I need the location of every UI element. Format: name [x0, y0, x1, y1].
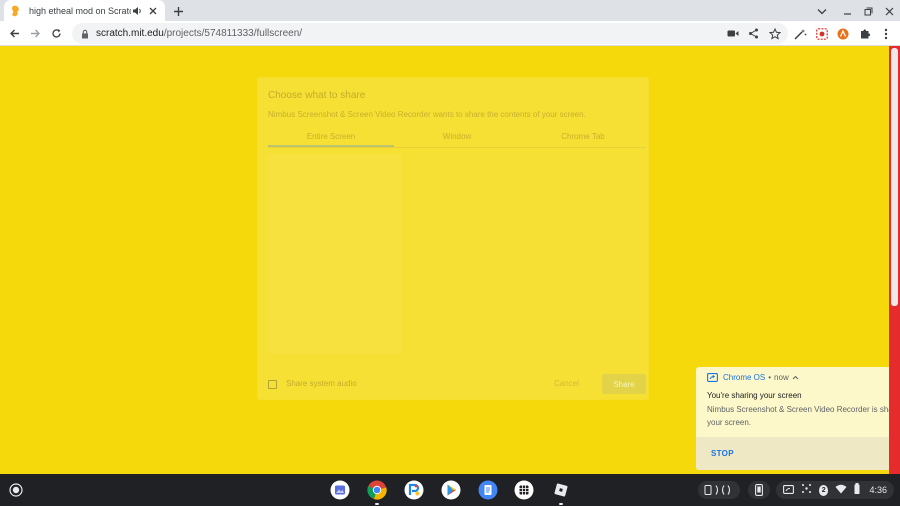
- url-path: /projects/574811333/fullscreen/: [163, 28, 303, 39]
- chrome-running-indicator: [375, 503, 379, 505]
- notification-title: You're sharing your screen: [707, 391, 802, 400]
- screen-capture-icon: [783, 483, 794, 497]
- window-close-icon[interactable]: [881, 3, 897, 19]
- more-menu-icon[interactable]: [877, 25, 894, 42]
- screen-preview[interactable]: [268, 154, 402, 354]
- notification-app-name: Chrome OS: [723, 373, 766, 382]
- system-clock: 4:36: [869, 485, 887, 495]
- forward-arrow-icon[interactable]: [27, 25, 44, 42]
- app-pixel-editor-icon[interactable]: [404, 480, 424, 500]
- browser-tab[interactable]: high etheal mod on Scratch: [4, 0, 165, 21]
- tab-strip: high etheal mod on Scratch: [0, 0, 900, 21]
- minimize-icon[interactable]: [839, 3, 855, 19]
- share-button[interactable]: Share: [602, 374, 646, 394]
- launcher-icon[interactable]: [8, 482, 24, 498]
- screen-sharing-notification[interactable]: Chrome OS • now You're sharing your scre…: [696, 367, 889, 470]
- scrollbar-thumb[interactable]: [891, 48, 898, 306]
- extension-wand-icon[interactable]: [792, 25, 809, 42]
- cancel-button[interactable]: Cancel: [554, 379, 579, 388]
- url-host: scratch.mit.edu: [96, 28, 164, 39]
- screen-share-icon: [707, 373, 718, 382]
- roblox-running-indicator: [559, 503, 563, 505]
- app-play-store-icon[interactable]: [441, 480, 461, 500]
- restore-icon[interactable]: [860, 3, 876, 19]
- battery-icon: [854, 483, 860, 497]
- new-tab-icon[interactable]: [170, 3, 186, 19]
- share-screen-dialog: Choose what to share Nimbus Screenshot &…: [258, 78, 648, 399]
- tray-stylus-tools[interactable]: [698, 481, 740, 499]
- reload-icon[interactable]: [48, 25, 65, 42]
- dialog-subtitle: Nimbus Screenshot & Screen Video Recorde…: [268, 110, 586, 119]
- wifi-icon: [835, 483, 847, 497]
- camera-in-use-icon[interactable]: [724, 25, 741, 42]
- notifications-sparkle-icon: [801, 483, 812, 497]
- dialog-title: Choose what to share: [268, 90, 366, 101]
- tab-search-chevron-icon[interactable]: [814, 3, 830, 19]
- notification-body-line2: your screen.: [707, 418, 752, 427]
- notification-separator: •: [768, 373, 772, 382]
- app-chrome-icon[interactable]: [367, 480, 387, 500]
- nimbus-record-icon[interactable]: [813, 25, 830, 42]
- stop-sharing-button[interactable]: STOP: [711, 449, 734, 458]
- browser-toolbar: scratch.mit.edu/projects/574811333/fulls…: [0, 21, 900, 46]
- notification-count-badge: 2: [819, 484, 829, 496]
- lock-icon[interactable]: [80, 29, 90, 39]
- bookmark-star-icon[interactable]: [766, 25, 783, 42]
- app-grid-icon[interactable]: [514, 480, 534, 500]
- notification-time: now: [774, 373, 789, 382]
- dialog-tabs: Entire Screen Window Chrome Tab: [268, 130, 646, 148]
- back-arrow-icon[interactable]: [6, 25, 23, 42]
- notification-actions: STOP: [696, 437, 889, 470]
- url-text: scratch.mit.edu/projects/574811333/fulls…: [96, 28, 302, 39]
- app-roblox-icon[interactable]: [551, 480, 571, 500]
- share-icon[interactable]: [745, 25, 762, 42]
- notification-body: Nimbus Screenshot & Screen Video Recorde…: [707, 403, 889, 429]
- tab-close-icon[interactable]: [147, 5, 159, 17]
- phone-hub-icon[interactable]: [748, 481, 770, 499]
- notification-body-line1: Nimbus Screenshot & Screen Video Recorde…: [707, 405, 889, 414]
- tab-chrome-tab[interactable]: Chrome Tab: [520, 130, 646, 147]
- page-scrollbar[interactable]: [889, 46, 900, 474]
- status-area[interactable]: 2 4:36: [776, 481, 894, 499]
- speaker-icon[interactable]: [131, 5, 143, 17]
- tab-entire-screen[interactable]: Entire Screen: [268, 130, 394, 147]
- app-docs-icon[interactable]: [478, 480, 498, 500]
- profile-extension-icon[interactable]: [834, 25, 851, 42]
- share-audio-label: Share system audio: [286, 379, 357, 388]
- scratch-favicon-icon: [10, 5, 22, 17]
- extensions-puzzle-icon[interactable]: [856, 25, 873, 42]
- app-photos-icon[interactable]: [330, 480, 350, 500]
- notification-header: Chrome OS • now: [707, 373, 799, 382]
- tab-title: high etheal mod on Scratch: [29, 5, 131, 16]
- chromeos-shelf: 2 4:36: [0, 474, 900, 506]
- address-bar[interactable]: scratch.mit.edu/projects/574811333/fulls…: [72, 23, 788, 44]
- chevron-up-icon[interactable]: [792, 374, 799, 381]
- share-audio-checkbox[interactable]: [268, 380, 277, 389]
- tab-window[interactable]: Window: [394, 130, 520, 147]
